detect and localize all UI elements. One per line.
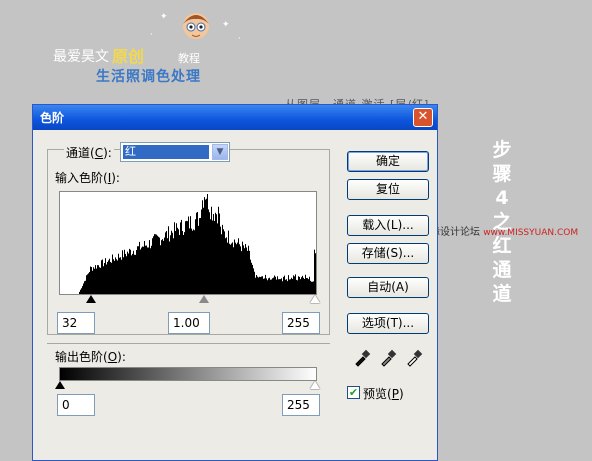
brand-suffix: 教程 bbox=[178, 52, 200, 65]
output-white-field[interactable]: 255 bbox=[282, 394, 320, 416]
output-white-point-handle[interactable] bbox=[310, 381, 320, 389]
dialog-titlebar[interactable]: 色阶 ✕ bbox=[33, 105, 437, 130]
load-button[interactable]: 载入(L)... bbox=[347, 215, 429, 236]
histogram bbox=[59, 191, 317, 295]
sparkle-icon: · bbox=[238, 34, 241, 44]
input-black-point-handle[interactable] bbox=[86, 295, 96, 303]
watermark-url: www.MISSYUAN.COM bbox=[483, 228, 579, 238]
white-eyedropper-icon[interactable] bbox=[405, 349, 423, 367]
step-caption-char: 步 bbox=[492, 139, 512, 161]
auto-button[interactable]: 自动(A) bbox=[347, 277, 429, 298]
step-caption-char: 骤 bbox=[492, 163, 512, 185]
channel-select-value: 红 bbox=[123, 145, 209, 159]
input-levels-label: 输入色阶(I): bbox=[53, 169, 122, 186]
black-eyedropper-icon[interactable] bbox=[353, 349, 371, 367]
input-gamma-field[interactable]: 1.00 bbox=[168, 312, 210, 334]
close-button[interactable]: ✕ bbox=[413, 108, 433, 127]
page-subtitle: 生活照调色处理 bbox=[96, 69, 201, 85]
input-slider[interactable] bbox=[59, 295, 320, 303]
histogram-graph bbox=[60, 194, 316, 294]
channel-label: 通道(C): bbox=[64, 144, 114, 161]
sparkle-icon: ✦ bbox=[160, 12, 168, 22]
dialog-title: 色阶 bbox=[40, 111, 65, 125]
watermark: 思缘设计论坛 www.MISSYUAN.COM bbox=[420, 223, 578, 238]
ok-button[interactable]: 确定 bbox=[347, 151, 429, 172]
output-levels-label: 输出色阶(O): bbox=[53, 348, 128, 365]
output-gradient-bar bbox=[59, 367, 317, 381]
input-gamma-handle[interactable] bbox=[199, 295, 209, 303]
mascot-icon bbox=[183, 13, 209, 39]
step-caption: 步 骤 4 之 红 通 道 bbox=[490, 138, 514, 306]
step-caption-char: 道 bbox=[492, 283, 512, 305]
preview-label[interactable]: 预览(P) bbox=[363, 385, 404, 402]
sparkle-icon: ✦ bbox=[222, 20, 230, 30]
step-caption-char: 通 bbox=[492, 259, 512, 281]
options-button[interactable]: 选项(T)... bbox=[347, 313, 429, 334]
step-caption-char: 4 bbox=[495, 187, 509, 209]
sparkle-icon: · bbox=[150, 30, 153, 40]
input-white-field[interactable]: 255 bbox=[282, 312, 320, 334]
output-slider[interactable] bbox=[55, 381, 320, 389]
brand-prefix: 最爱昊文 bbox=[53, 49, 109, 65]
output-black-field[interactable]: 0 bbox=[57, 394, 95, 416]
output-black-point-handle[interactable] bbox=[55, 381, 65, 389]
gray-eyedropper-icon[interactable] bbox=[379, 349, 397, 367]
input-black-field[interactable]: 32 bbox=[57, 312, 95, 334]
histogram-fill bbox=[60, 194, 316, 294]
chevron-down-icon[interactable]: ▼ bbox=[212, 144, 228, 160]
brand-accent: 原创 bbox=[112, 47, 145, 66]
channel-select[interactable]: 红 ▼ bbox=[120, 142, 230, 162]
input-white-point-handle[interactable] bbox=[310, 295, 320, 303]
close-icon: ✕ bbox=[417, 109, 429, 124]
levels-dialog: 色阶 ✕ 通道(C): 红 ▼ 输入色阶(I): 32 1.00 255 输出色… bbox=[32, 104, 438, 461]
reset-button[interactable]: 复位 bbox=[347, 179, 429, 200]
preview-checkbox[interactable]: ✔ bbox=[347, 386, 360, 399]
save-button[interactable]: 存储(S)... bbox=[347, 243, 429, 264]
